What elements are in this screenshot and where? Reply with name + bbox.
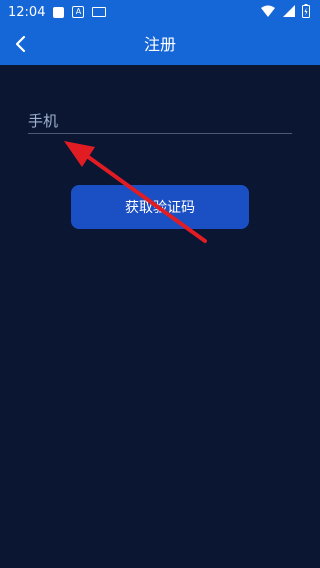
- phone-input[interactable]: [28, 108, 292, 134]
- status-time: 12:04: [8, 4, 46, 20]
- status-bar: 12:04 A: [0, 0, 320, 24]
- page-title: 注册: [143, 35, 176, 54]
- square-icon: [53, 6, 65, 18]
- arrow-head: [64, 141, 95, 167]
- wifi-icon: [261, 5, 275, 17]
- back-button[interactable]: [6, 29, 36, 59]
- phone-underline: [28, 133, 292, 134]
- signal-icon: [283, 5, 295, 17]
- a-icon: A: [72, 6, 85, 18]
- chevron-left-icon: [15, 35, 26, 53]
- status-right-icons: [260, 4, 310, 18]
- get-code-label: 获取验证码: [125, 200, 195, 216]
- app-header: 注册: [0, 24, 320, 65]
- phone-field: [28, 108, 292, 134]
- battery-icon: [302, 4, 310, 18]
- keyboard-icon: [92, 7, 107, 17]
- get-code-button[interactable]: 获取验证码: [71, 185, 249, 229]
- red-arrow-annotation: [64, 141, 207, 243]
